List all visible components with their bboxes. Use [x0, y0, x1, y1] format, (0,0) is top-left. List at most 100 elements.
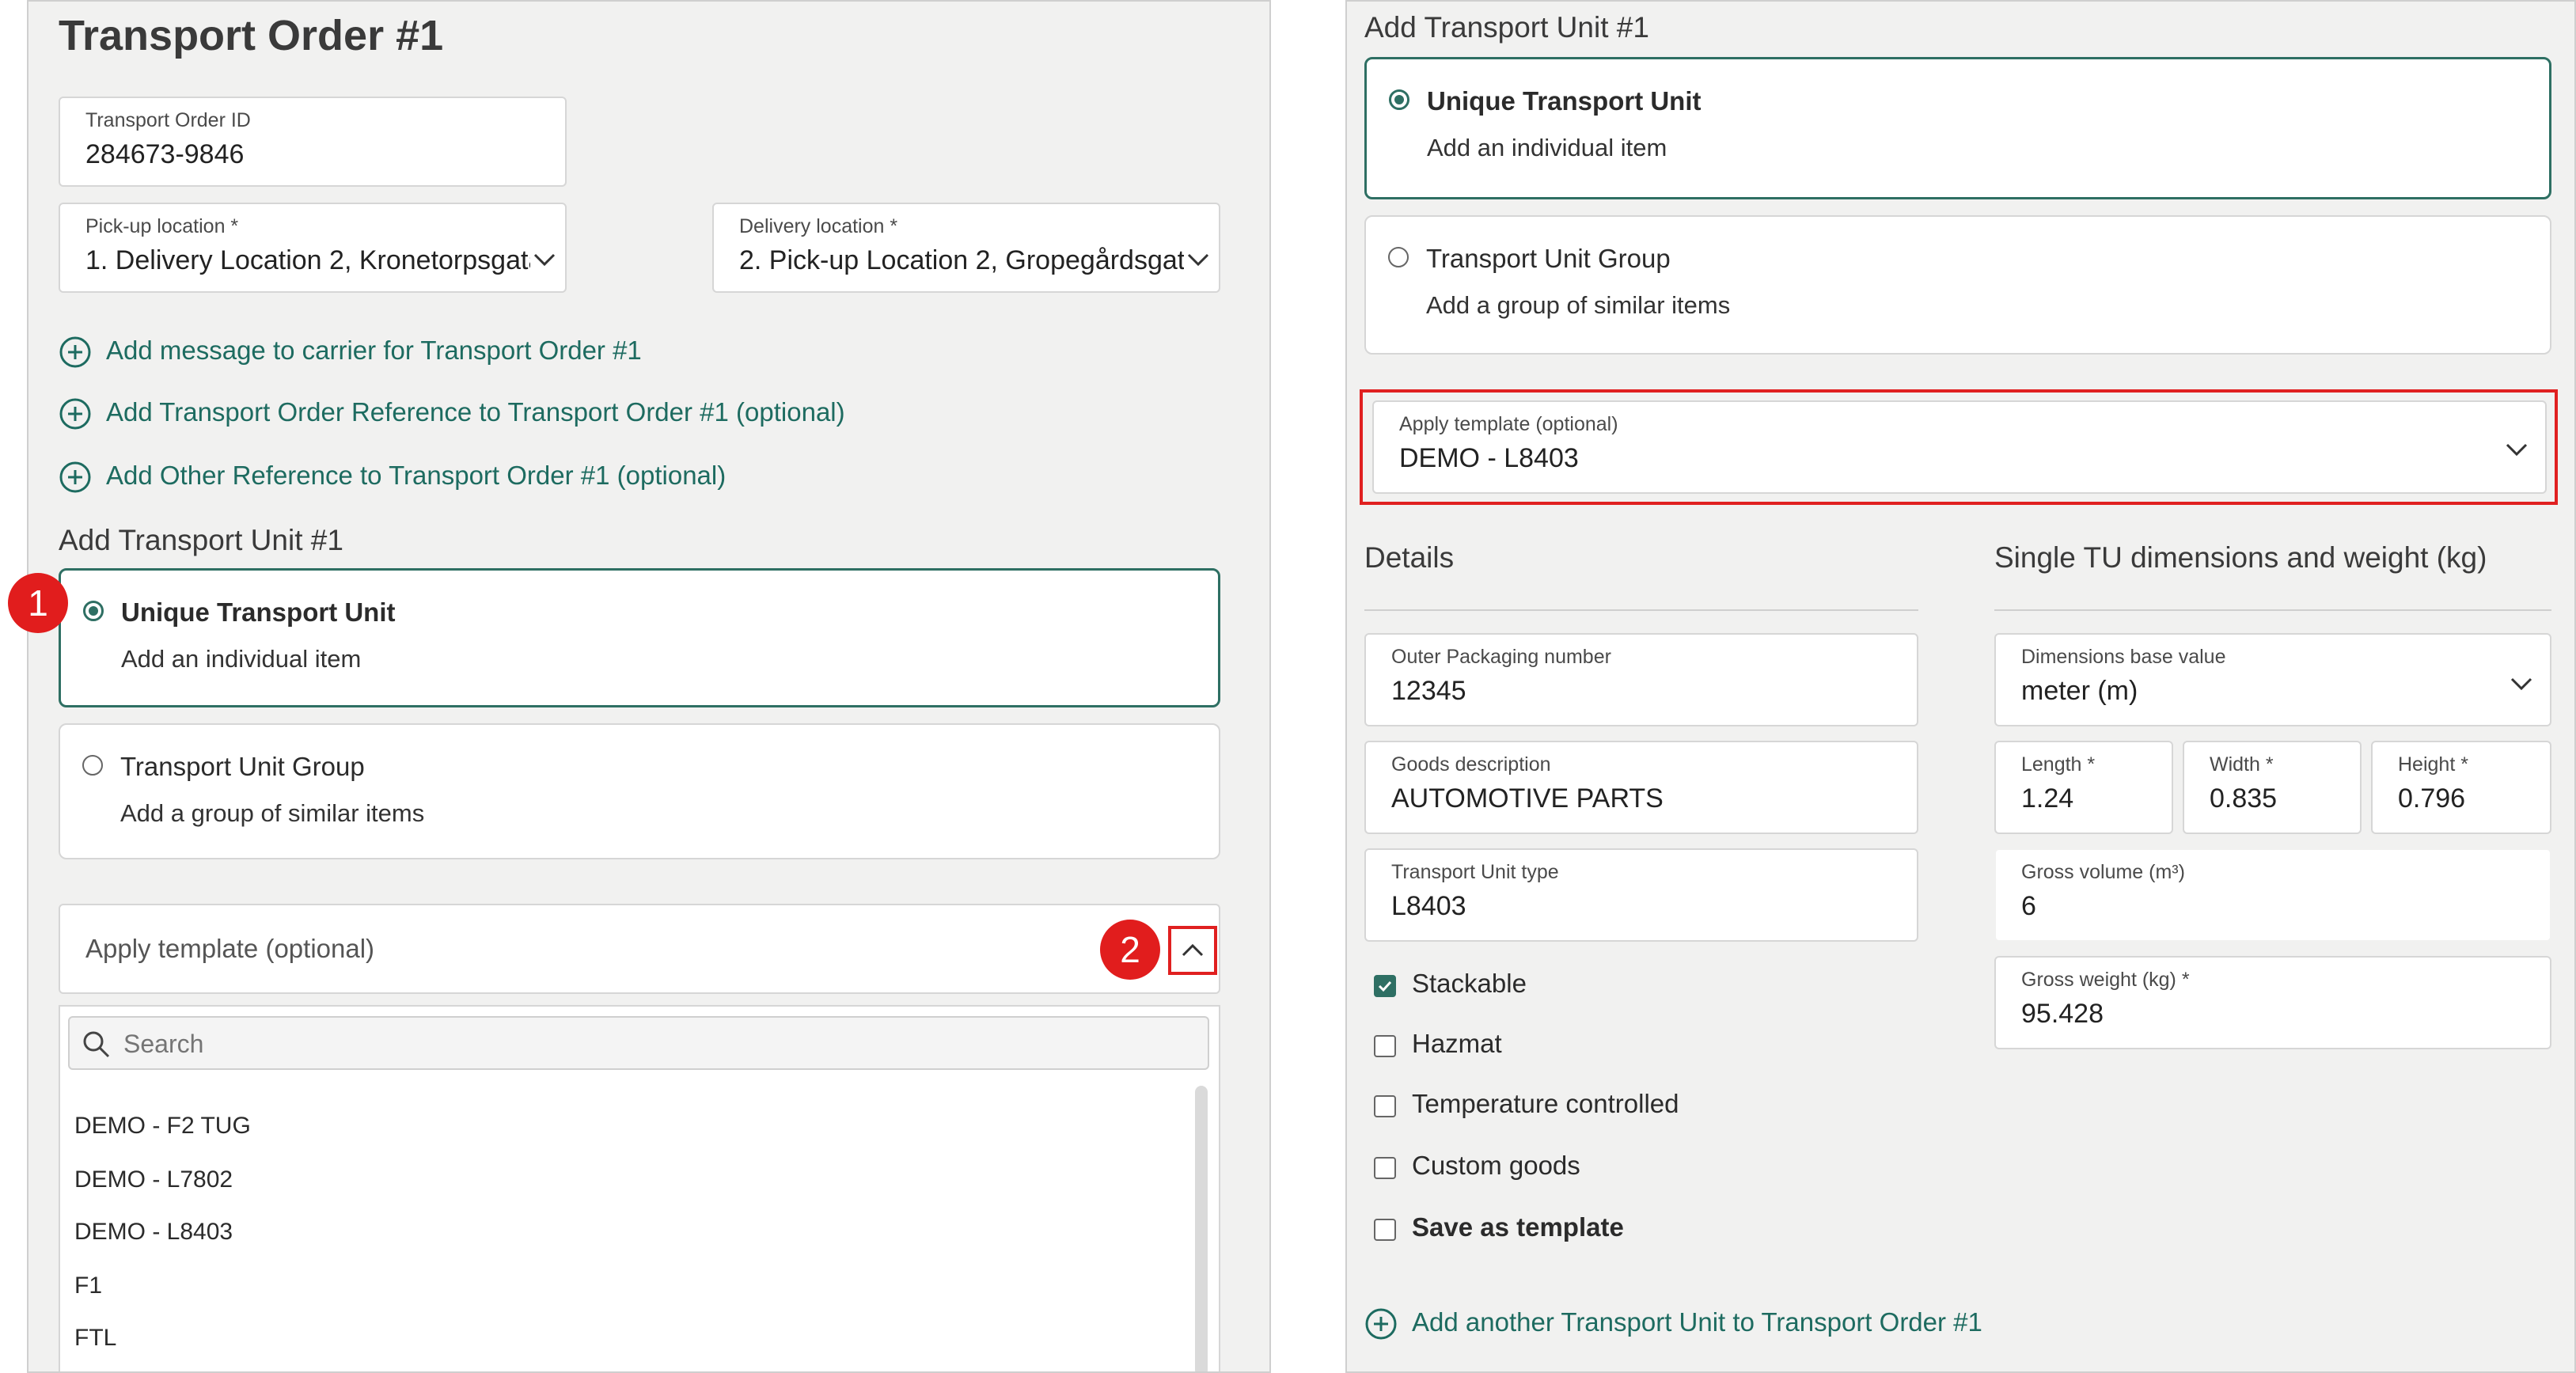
- add-message-link[interactable]: Add message to carrier for Transport Ord…: [106, 336, 642, 366]
- dropdown-option[interactable]: FTL: [74, 1325, 116, 1352]
- page-title: Transport Order #1: [59, 12, 444, 59]
- custom-goods-checkbox[interactable]: [1374, 1157, 1396, 1179]
- field-value: L8403: [1391, 891, 1466, 921]
- add-other-reference-link[interactable]: Add Other Reference to Transport Order #…: [106, 461, 726, 491]
- dropdown-option[interactable]: DEMO - L7802: [74, 1166, 233, 1193]
- field-value: 1.24: [2021, 783, 2074, 814]
- search-box[interactable]: [68, 1016, 1209, 1070]
- template-placeholder: Apply template (optional): [85, 934, 375, 963]
- option-subtitle: Add an individual item: [121, 645, 362, 673]
- radio-unselected[interactable]: [1388, 247, 1409, 267]
- field-value: 95.428: [2021, 999, 2104, 1029]
- details-title: Details: [1364, 541, 1455, 574]
- option-subtitle: Add a group of similar items: [1426, 291, 1731, 319]
- option-title: Unique Transport Unit: [121, 597, 396, 627]
- temperature-controlled-label: Temperature controlled: [1412, 1089, 1679, 1118]
- field-value: 6: [2021, 891, 2036, 921]
- right-panel: Add Transport Unit #1 Unique Transport U…: [1345, 0, 2576, 1373]
- save-as-template-label: Save as template: [1412, 1212, 1624, 1242]
- gross-volume-field: Gross volume (m³) 6: [1994, 848, 2551, 942]
- length-field[interactable]: Length * 1.24: [1994, 741, 2173, 834]
- chevron-toggle-highlight[interactable]: [1168, 926, 1217, 975]
- radio-selected[interactable]: [83, 601, 104, 621]
- chevron-up-icon: [1182, 943, 1204, 957]
- field-label: Delivery location *: [739, 215, 898, 237]
- step-marker-2: 2: [1100, 920, 1160, 980]
- field-label: Transport Order ID: [85, 109, 251, 131]
- search-icon: [83, 1031, 110, 1058]
- plus-circle-icon[interactable]: [59, 461, 92, 494]
- transport-unit-group-option[interactable]: Transport Unit Group Add a group of simi…: [1364, 215, 2551, 355]
- apply-template-select[interactable]: Apply template (optional) DEMO - L8403: [1372, 400, 2547, 494]
- details-divider: [1364, 609, 1918, 611]
- option-title: Transport Unit Group: [1426, 244, 1671, 273]
- dropdown-option[interactable]: DEMO - L8403: [74, 1219, 233, 1246]
- field-label: Dimensions base value: [2021, 646, 2226, 668]
- radio-selected[interactable]: [1389, 89, 1409, 110]
- save-as-template-checkbox[interactable]: [1374, 1219, 1396, 1241]
- transport-order-id-field[interactable]: Transport Order ID 284673-9846: [59, 97, 567, 187]
- add-order-reference-link[interactable]: Add Transport Order Reference to Transpo…: [106, 397, 845, 427]
- goods-description-field[interactable]: Goods description AUTOMOTIVE PARTS: [1364, 741, 1918, 834]
- field-value: meter (m): [2021, 676, 2138, 706]
- field-label: Width *: [2210, 753, 2274, 776]
- custom-goods-label: Custom goods: [1412, 1151, 1580, 1180]
- unique-transport-unit-option[interactable]: Unique Transport Unit Add an individual …: [59, 568, 1220, 707]
- field-value: 2. Pick-up Location 2, Gropegårdsgatan: [739, 245, 1184, 275]
- dimensions-title: Single TU dimensions and weight (kg): [1994, 541, 2487, 574]
- dropdown-scrollbar[interactable]: [1195, 1086, 1208, 1371]
- add-another-transport-unit-link[interactable]: Add another Transport Unit to Transport …: [1412, 1307, 1982, 1337]
- field-label: Outer Packaging number: [1391, 646, 1611, 668]
- gross-weight-field[interactable]: Gross weight (kg) * 95.428: [1994, 956, 2551, 1049]
- stackable-checkbox[interactable]: [1374, 975, 1396, 997]
- dropdown-option[interactable]: F1: [74, 1272, 102, 1299]
- field-value: AUTOMOTIVE PARTS: [1391, 783, 1664, 814]
- transport-unit-group-option[interactable]: Transport Unit Group Add a group of simi…: [59, 723, 1220, 859]
- field-label: Pick-up location *: [85, 215, 239, 237]
- height-field[interactable]: Height * 0.796: [2371, 741, 2551, 834]
- plus-circle-icon[interactable]: [1364, 1307, 1398, 1341]
- field-value: DEMO - L8403: [1399, 443, 1579, 473]
- field-label: Goods description: [1391, 753, 1551, 776]
- field-value: 0.835: [2210, 783, 2278, 814]
- option-title: Transport Unit Group: [120, 752, 365, 781]
- field-label: Length *: [2021, 753, 2096, 776]
- section-title: Add Transport Unit #1: [1364, 11, 1649, 44]
- dropdown-option[interactable]: DEMO - F2 TUG: [74, 1113, 251, 1140]
- width-field[interactable]: Width * 0.835: [2183, 741, 2362, 834]
- plus-circle-icon[interactable]: [59, 397, 92, 430]
- template-dropdown-list: DEMO - F2 TUG DEMO - L7802 DEMO - L8403 …: [59, 1005, 1220, 1371]
- plus-circle-icon[interactable]: [59, 336, 92, 369]
- chevron-down-icon: [2510, 677, 2532, 691]
- field-label: Apply template (optional): [1399, 413, 1618, 435]
- field-value: 0.796: [2398, 783, 2466, 814]
- radio-unselected[interactable]: [82, 755, 103, 776]
- dimensions-divider: [1994, 609, 2551, 611]
- hazmat-label: Hazmat: [1412, 1029, 1502, 1058]
- field-value: 284673-9846: [85, 139, 245, 169]
- temperature-controlled-checkbox[interactable]: [1374, 1095, 1396, 1117]
- chevron-down-icon: [1187, 253, 1209, 267]
- field-label: Transport Unit type: [1391, 861, 1559, 883]
- option-subtitle: Add an individual item: [1427, 134, 1667, 161]
- apply-template-dropdown[interactable]: Apply template (optional): [59, 904, 1220, 994]
- option-subtitle: Add a group of similar items: [120, 799, 425, 827]
- hazmat-checkbox[interactable]: [1374, 1035, 1396, 1057]
- left-panel: Transport Order #1 Transport Order ID 28…: [27, 0, 1271, 1373]
- field-label: Gross volume (m³): [2021, 861, 2185, 883]
- search-input[interactable]: [122, 1026, 1186, 1062]
- field-value: 1. Delivery Location 2, Kronetorpsgatan: [85, 245, 530, 275]
- transport-unit-type-field[interactable]: Transport Unit type L8403: [1364, 848, 1918, 942]
- chevron-down-icon: [533, 253, 556, 267]
- unique-transport-unit-option[interactable]: Unique Transport Unit Add an individual …: [1364, 57, 2551, 199]
- field-value: 12345: [1391, 676, 1466, 706]
- outer-packaging-field[interactable]: Outer Packaging number 12345: [1364, 633, 1918, 726]
- check-icon: [1378, 980, 1392, 992]
- option-title: Unique Transport Unit: [1427, 86, 1702, 116]
- step-marker-1: 1: [8, 573, 68, 633]
- pickup-location-select[interactable]: Pick-up location * 1. Delivery Location …: [59, 203, 567, 293]
- field-label: Height *: [2398, 753, 2468, 776]
- field-label: Gross weight (kg) *: [2021, 969, 2190, 991]
- delivery-location-select[interactable]: Delivery location * 2. Pick-up Location …: [712, 203, 1220, 293]
- dimensions-base-select[interactable]: Dimensions base value meter (m): [1994, 633, 2551, 726]
